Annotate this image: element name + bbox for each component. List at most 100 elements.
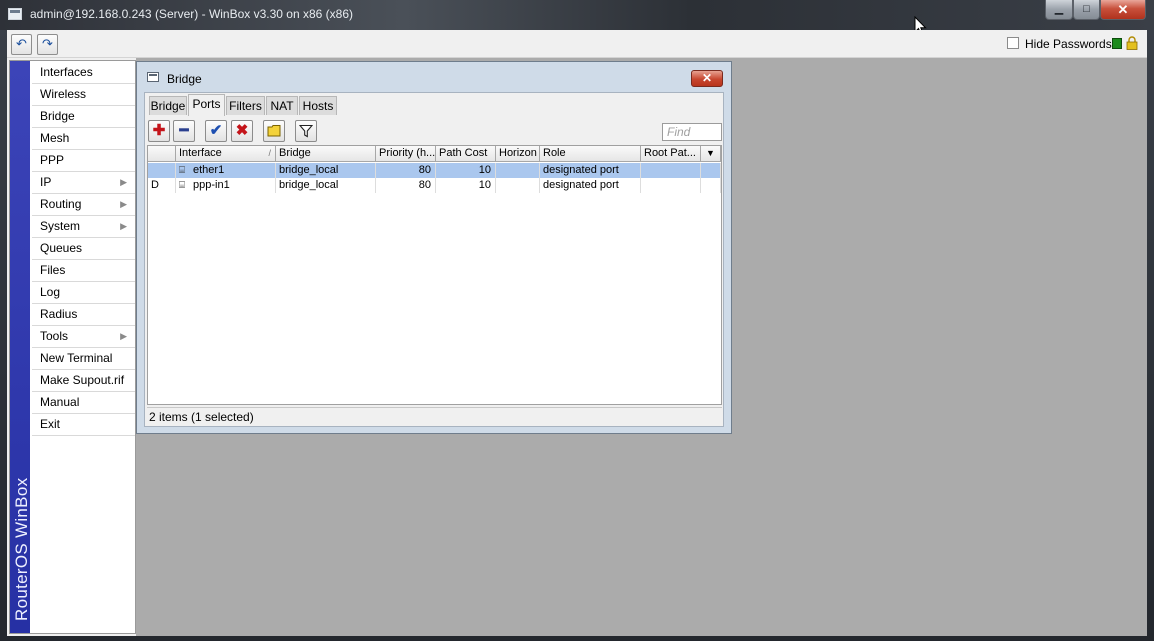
col-flags[interactable] bbox=[148, 146, 176, 162]
sidebar-item-log[interactable]: Log bbox=[32, 282, 135, 304]
sidebar-item-queues[interactable]: Queues bbox=[32, 238, 135, 260]
find-input[interactable] bbox=[662, 123, 722, 141]
sidebar-item-manual[interactable]: Manual bbox=[32, 392, 135, 414]
add-button[interactable]: ✚ bbox=[148, 120, 170, 142]
sidebar-item-label: Files bbox=[40, 263, 66, 277]
cell-flags: D bbox=[148, 178, 176, 193]
cell-bridge: bridge_local bbox=[276, 178, 376, 193]
title-bar[interactable]: admin@192.168.0.243 (Server) - WinBox v3… bbox=[0, 0, 1154, 30]
winbox-window: admin@192.168.0.243 (Server) - WinBox v3… bbox=[0, 0, 1154, 641]
col-bridge[interactable]: Bridge bbox=[276, 146, 376, 162]
main-toolbar: ↶ ↷ Hide Passwords bbox=[7, 30, 1147, 58]
disable-button[interactable]: ✖ bbox=[231, 120, 253, 142]
comment-button[interactable] bbox=[263, 120, 285, 142]
sidebar-item-label: Tools bbox=[40, 329, 69, 343]
maximize-button[interactable]: □ bbox=[1073, 0, 1100, 20]
cell-filler bbox=[701, 178, 721, 193]
interface-icon: ⌸ bbox=[179, 165, 185, 176]
col-path-cost[interactable]: Path Cost bbox=[436, 146, 496, 162]
bridge-window-close-button[interactable]: ✕ bbox=[691, 70, 723, 87]
cell-root-path bbox=[641, 178, 701, 193]
sidebar-item-label: Routing bbox=[40, 197, 82, 211]
col-priority[interactable]: Priority (h... bbox=[376, 146, 436, 162]
cell-flags bbox=[148, 163, 176, 178]
hide-passwords-checkbox[interactable] bbox=[1007, 37, 1019, 49]
sidebar-item-routing[interactable]: Routing ▶ bbox=[32, 194, 135, 216]
sidebar-item-label: IP bbox=[40, 175, 52, 189]
main-menu: RouterOS WinBox Interfaces Wireless Bridge… bbox=[9, 60, 136, 634]
cell-priority: 80 bbox=[376, 178, 436, 193]
hide-passwords-label[interactable]: Hide Passwords bbox=[1025, 37, 1112, 51]
sidebar-item-label: System bbox=[40, 219, 81, 233]
filter-button[interactable] bbox=[295, 120, 317, 142]
sidebar-item-label: Wireless bbox=[40, 87, 87, 101]
sidebar-item-new-terminal[interactable]: New Terminal bbox=[32, 348, 135, 370]
enable-button[interactable]: ✔ bbox=[205, 120, 227, 142]
status-bar: 2 items (1 selected) bbox=[147, 407, 722, 426]
cell-interface: ⌸ ppp-in1 bbox=[176, 178, 276, 193]
sidebar-item-make-supout-rif[interactable]: Make Supout.rif bbox=[32, 370, 135, 392]
sidebar-item-ip[interactable]: IP ▶ bbox=[32, 172, 135, 194]
sidebar-item-ppp[interactable]: PPP bbox=[32, 150, 135, 172]
cell-path-cost: 10 bbox=[436, 178, 496, 193]
close-button[interactable]: ✕ bbox=[1100, 0, 1146, 20]
sidebar-item-label: Interfaces bbox=[40, 65, 93, 79]
cell-priority: 80 bbox=[376, 163, 436, 178]
cell-root-path bbox=[641, 163, 701, 178]
interface-name: ether1 bbox=[193, 164, 225, 176]
table-row[interactable]: D ⌸ ppp-in1 bridge_local 80 10 designated port bbox=[148, 178, 721, 193]
tab-ports[interactable]: Ports bbox=[188, 94, 225, 116]
sidebar-item-label: Bridge bbox=[40, 109, 75, 123]
sidebar-item-wireless[interactable]: Wireless bbox=[32, 84, 135, 106]
sidebar-item-label: Log bbox=[40, 285, 61, 299]
brand-label: RouterOS WinBox bbox=[12, 477, 31, 621]
sidebar-item-system[interactable]: System ▶ bbox=[32, 216, 135, 238]
submenu-arrow-icon: ▶ bbox=[120, 199, 127, 209]
brand-strip: RouterOS WinBox bbox=[10, 61, 31, 633]
col-horizon[interactable]: Horizon bbox=[496, 146, 540, 162]
col-interface[interactable]: Interface / bbox=[176, 146, 276, 162]
redo-button[interactable]: ↷ bbox=[37, 34, 58, 55]
sidebar-item-radius[interactable]: Radius bbox=[32, 304, 135, 326]
connection-status-indicator bbox=[1112, 38, 1122, 49]
col-interface-label: Interface bbox=[179, 147, 222, 159]
cell-horizon bbox=[496, 163, 540, 178]
submenu-arrow-icon: ▶ bbox=[120, 221, 127, 231]
cell-role: designated port bbox=[540, 178, 641, 193]
table-header: Interface / Bridge Priority (h... Path C… bbox=[148, 146, 721, 162]
app-icon bbox=[8, 8, 22, 20]
cell-horizon bbox=[496, 178, 540, 193]
sidebar-item-mesh[interactable]: Mesh bbox=[32, 128, 135, 150]
sidebar-item-bridge[interactable]: Bridge bbox=[32, 106, 135, 128]
sidebar-item-label: Radius bbox=[40, 307, 78, 321]
sidebar-item-label: PPP bbox=[40, 153, 65, 167]
sidebar-item-interfaces[interactable]: Interfaces bbox=[32, 62, 135, 84]
cell-bridge: bridge_local bbox=[276, 163, 376, 178]
minimize-button[interactable]: ▁ bbox=[1045, 0, 1073, 20]
tab-nat[interactable]: NAT bbox=[266, 96, 298, 115]
undo-button[interactable]: ↶ bbox=[11, 34, 32, 55]
sidebar-item-label: Make Supout.rif bbox=[40, 373, 125, 387]
tab-hosts[interactable]: Hosts bbox=[299, 96, 337, 115]
remove-button[interactable]: ━ bbox=[173, 120, 195, 142]
submenu-arrow-icon: ▶ bbox=[120, 177, 127, 187]
comment-icon bbox=[267, 125, 281, 137]
col-role[interactable]: Role bbox=[540, 146, 641, 162]
sidebar-item-tools[interactable]: Tools ▶ bbox=[32, 326, 135, 348]
col-root-path[interactable]: Root Pat... bbox=[641, 146, 701, 162]
submenu-arrow-icon: ▶ bbox=[120, 331, 127, 341]
tab-filters[interactable]: Filters bbox=[226, 96, 265, 115]
sidebar-item-files[interactable]: Files bbox=[32, 260, 135, 282]
bridge-window-title: Bridge bbox=[167, 72, 202, 86]
sidebar-item-label: New Terminal bbox=[40, 351, 113, 365]
column-chooser-icon[interactable]: ▼ bbox=[701, 146, 721, 162]
sort-indicator-icon: / bbox=[268, 148, 271, 158]
table-row[interactable]: ⌸ ether1 bridge_local 80 10 designated port bbox=[148, 163, 721, 178]
window-icon bbox=[147, 72, 159, 82]
sidebar-item-exit[interactable]: Exit bbox=[32, 414, 135, 436]
sidebar-item-label: Queues bbox=[40, 241, 83, 255]
sidebar-item-label: Mesh bbox=[40, 131, 70, 145]
bridge-window-title-bar[interactable]: Bridge ✕ bbox=[137, 62, 731, 92]
sidebar-item-label: Manual bbox=[40, 395, 80, 409]
tab-bridge[interactable]: Bridge bbox=[149, 96, 187, 115]
